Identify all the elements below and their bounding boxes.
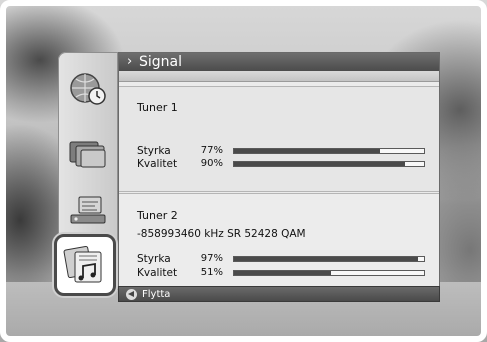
- chevron-right-icon: ›: [127, 54, 133, 69]
- tuner2-strength-fill: [234, 257, 419, 261]
- tuner2-strength-bar: [233, 256, 425, 262]
- tuner2-title: Tuner 2: [137, 209, 178, 222]
- footer-move-label: Flytta: [142, 289, 171, 300]
- menu-item-system[interactable]: [54, 234, 116, 296]
- menu-rail: [54, 52, 118, 296]
- photo-music-icon: [63, 245, 102, 283]
- left-arrow-button-icon[interactable]: [126, 289, 137, 300]
- tuner1-strength-label: Styrka: [137, 145, 171, 157]
- tuner2-quality-value: 51%: [200, 267, 223, 278]
- tuner1-title: Tuner 1: [137, 101, 178, 114]
- tuner2-quality-label: Kvalitet: [137, 267, 178, 279]
- tuner1-strength-bar: [233, 148, 425, 154]
- menu-item-media[interactable]: [64, 130, 112, 176]
- panel-header: › Signal: [119, 53, 439, 71]
- tuner1-strength-fill: [234, 149, 381, 153]
- tuner1-quality-value: 90%: [200, 158, 223, 169]
- menu-item-settings[interactable]: [64, 188, 112, 234]
- tuner1-strength-value: 77%: [200, 145, 223, 156]
- footer-bar: Flytta: [118, 286, 440, 302]
- tuner2-frequency-info: -858993460 kHz SR 52428 QAM: [137, 228, 306, 240]
- tuner2-quality-bar: [233, 270, 425, 276]
- tuner1-section[interactable]: Tuner 1 Styrka 77% Kvalitet 90%: [119, 86, 439, 192]
- tuner1-quality-fill: [234, 162, 405, 166]
- menu-item-time[interactable]: [64, 66, 112, 112]
- page-title: Signal: [139, 54, 183, 70]
- tuner1-quality-label: Kvalitet: [137, 158, 178, 170]
- signal-panel: › Signal Tuner 1 Styrka 77% Kvalitet 90%…: [118, 52, 440, 302]
- tuner2-strength-value: 97%: [200, 253, 223, 264]
- header-subbar: [119, 71, 439, 82]
- folders-icon: [69, 141, 106, 168]
- tuner2-quality-fill: [234, 271, 331, 275]
- tuner2-strength-label: Styrka: [137, 253, 171, 265]
- globe-clock-icon: [70, 73, 106, 105]
- tv-settings-icon: [70, 196, 106, 224]
- tuner2-section[interactable]: Tuner 2 -858993460 kHz SR 52428 QAM Styr…: [119, 193, 439, 286]
- tuner1-quality-bar: [233, 161, 425, 167]
